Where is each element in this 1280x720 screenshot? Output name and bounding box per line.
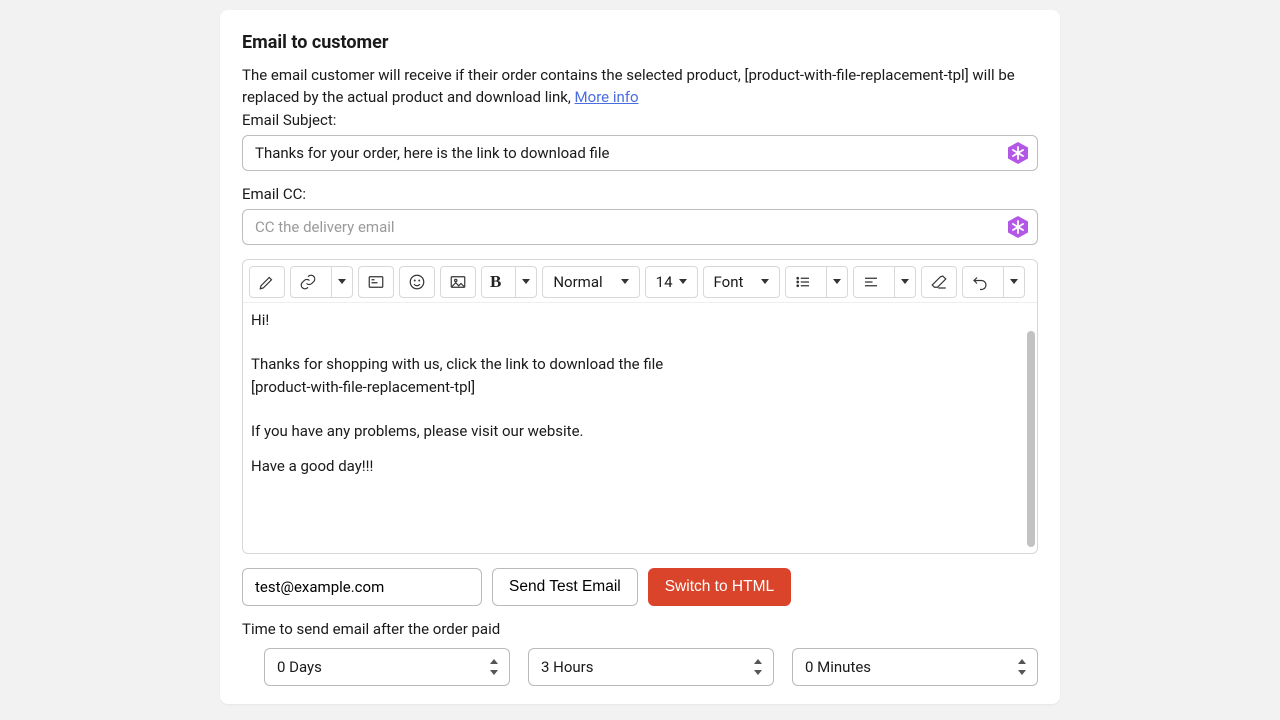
template-button[interactable]: [358, 266, 394, 298]
list-icon: [794, 273, 812, 291]
scrollbar-thumb[interactable]: [1027, 331, 1035, 547]
eraser-icon: [930, 273, 948, 291]
scrollbar[interactable]: [1027, 331, 1035, 547]
switch-html-button[interactable]: Switch to HTML: [648, 568, 791, 606]
delay-minutes-select[interactable]: 0 Minutes: [792, 648, 1038, 686]
emoji-button[interactable]: [399, 266, 435, 298]
body-line: Have a good day!!!: [251, 455, 1023, 478]
chevron-down-icon: [761, 279, 769, 284]
chevron-down-icon: [621, 279, 629, 284]
pen-icon: [258, 273, 276, 291]
cc-label: Email CC:: [242, 185, 1038, 203]
image-icon: [449, 273, 467, 291]
body-line: Thanks for shopping with us, click the l…: [251, 353, 1023, 376]
rich-text-editor: B Normal 14 Font: [242, 259, 1038, 554]
delay-minutes-value: 0 Minutes: [805, 658, 871, 676]
subject-input[interactable]: [242, 135, 1038, 171]
list-button-group[interactable]: [785, 266, 848, 298]
chevron-down-icon: [679, 279, 687, 284]
smile-icon: [408, 273, 426, 291]
test-email-row: Send Test Email Switch to HTML: [242, 568, 1038, 606]
stepper-icon: [489, 659, 499, 675]
editor-toolbar: B Normal 14 Font: [243, 260, 1037, 303]
subject-input-wrap: [242, 135, 1038, 171]
body-line: [product-with-file-replacement-tpl]: [251, 376, 1023, 399]
delay-days-value: 0 Days: [277, 658, 322, 676]
delay-label: Time to send email after the order paid: [242, 620, 1038, 638]
placeholder-icon: [367, 273, 385, 291]
delay-row: 0 Days 3 Hours 0 Minutes: [242, 648, 1038, 686]
chevron-down-icon: [1010, 279, 1018, 284]
stepper-icon: [1017, 659, 1027, 675]
chevron-down-icon: [338, 279, 346, 284]
more-info-link[interactable]: More info: [575, 88, 639, 106]
chevron-down-icon: [833, 279, 841, 284]
body-line: Hi!: [251, 309, 1023, 332]
chevron-down-icon: [522, 279, 530, 284]
ai-assist-icon[interactable]: [1006, 141, 1030, 165]
stepper-icon: [753, 659, 763, 675]
align-button-group[interactable]: [853, 266, 916, 298]
delay-hours-value: 3 Hours: [541, 658, 594, 676]
link-button-group[interactable]: [290, 266, 353, 298]
card-description: The email customer will receive if their…: [242, 65, 1038, 109]
font-size-value: 14: [656, 273, 673, 291]
highlight-button[interactable]: [249, 266, 285, 298]
chevron-down-icon: [901, 279, 909, 284]
font-family-select[interactable]: Font: [703, 266, 781, 298]
delay-days-select[interactable]: 0 Days: [264, 648, 510, 686]
bold-button-group[interactable]: B: [481, 266, 537, 298]
test-email-input[interactable]: [242, 568, 482, 606]
paragraph-style-value: Normal: [553, 273, 602, 291]
font-family-value: Font: [714, 273, 744, 291]
cc-input[interactable]: [242, 209, 1038, 245]
card-title: Email to customer: [242, 32, 1038, 53]
ai-assist-icon[interactable]: [1006, 215, 1030, 239]
email-settings-card: Email to customer The email customer wil…: [220, 10, 1060, 704]
align-left-icon: [862, 273, 880, 291]
paragraph-style-select[interactable]: Normal: [542, 266, 639, 298]
undo-button-group[interactable]: [962, 266, 1025, 298]
font-size-select[interactable]: 14: [645, 266, 698, 298]
clear-format-button[interactable]: [921, 266, 957, 298]
bold-icon: B: [490, 272, 501, 292]
link-icon: [299, 273, 317, 291]
delay-hours-select[interactable]: 3 Hours: [528, 648, 774, 686]
image-button[interactable]: [440, 266, 476, 298]
undo-icon: [971, 273, 989, 291]
send-test-button[interactable]: Send Test Email: [492, 568, 638, 606]
subject-label: Email Subject:: [242, 111, 1038, 129]
editor-textarea[interactable]: Hi! Thanks for shopping with us, click t…: [243, 303, 1037, 553]
cc-input-wrap: [242, 209, 1038, 245]
body-line: If you have any problems, please visit o…: [251, 420, 1023, 443]
